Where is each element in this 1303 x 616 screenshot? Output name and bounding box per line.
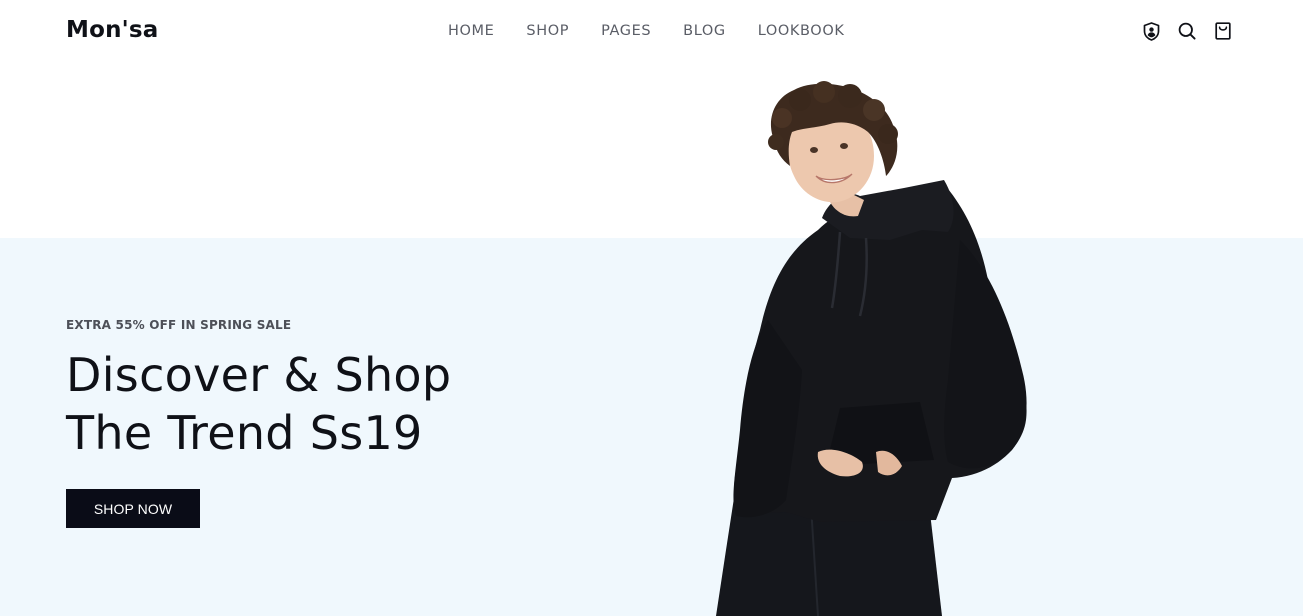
account-shield-icon[interactable] bbox=[1141, 20, 1161, 42]
hero-eyebrow: EXTRA 55% OFF IN SPRING SALE bbox=[66, 318, 292, 332]
nav-lookbook[interactable]: LOOKBOOK bbox=[758, 23, 845, 39]
search-icon[interactable] bbox=[1177, 20, 1197, 42]
shopping-bag-icon[interactable] bbox=[1213, 20, 1233, 42]
nav-home[interactable]: HOME bbox=[448, 23, 494, 39]
site-header: Mon'sa HOME SHOP PAGES BLOG LOOKBOOK bbox=[0, 0, 1303, 64]
hero-title-line-1: Discover & Shop bbox=[66, 348, 452, 402]
nav-blog[interactable]: BLOG bbox=[683, 23, 726, 39]
shop-now-button[interactable]: SHOP NOW bbox=[66, 489, 200, 528]
hero-model-image bbox=[690, 80, 1050, 616]
hero-title: Discover & Shop The Trend Ss19 bbox=[66, 346, 451, 462]
header-icons bbox=[1141, 20, 1233, 42]
nav-pages[interactable]: PAGES bbox=[601, 23, 651, 39]
site-logo[interactable]: Mon'sa bbox=[66, 17, 159, 43]
main-nav: HOME SHOP PAGES BLOG LOOKBOOK bbox=[448, 23, 844, 39]
hero-title-line-2: The Trend Ss19 bbox=[66, 406, 423, 460]
nav-shop[interactable]: SHOP bbox=[526, 23, 569, 39]
hero-content: EXTRA 55% OFF IN SPRING SALE Discover & … bbox=[66, 318, 451, 462]
